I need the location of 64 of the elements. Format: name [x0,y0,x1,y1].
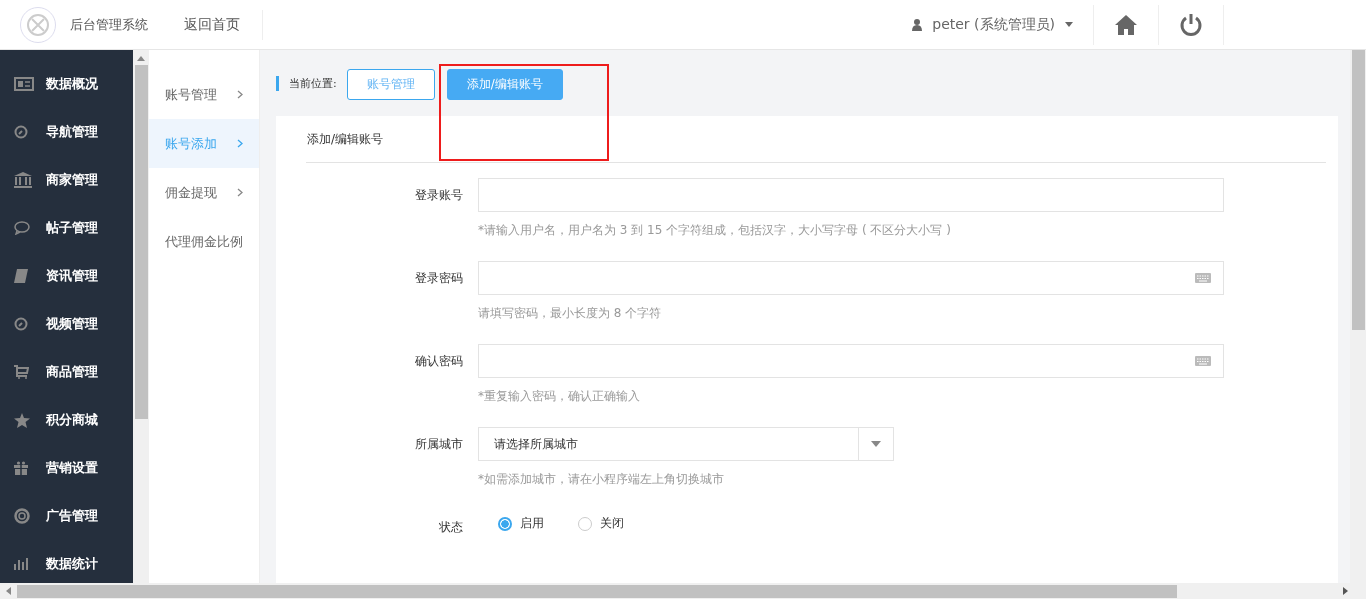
scrollbar[interactable] [133,50,149,583]
submenu-item[interactable]: 佣金提现 [149,168,259,217]
caret-icon [1065,22,1073,27]
user-menu[interactable]: peter (系统管理员) [892,4,1094,45]
sidebar-item[interactable]: 广告管理 [0,492,133,540]
password-field[interactable] [478,344,1224,378]
sidebar-item[interactable]: 资讯管理 [0,252,133,300]
up-arrow-icon [137,56,145,61]
left-arrow-icon [6,587,11,595]
chevron-right-icon [237,139,243,148]
chart-icon [14,557,28,571]
scrollbar-thumb[interactable] [134,65,148,419]
field-label: 所属城市 [414,436,464,453]
radio-option[interactable]: 启用 [498,515,544,532]
compass-icon [14,125,28,139]
field-label: 状态 [438,519,464,536]
speech-bubble-icon [14,221,30,235]
sidebar-item[interactable]: 帖子管理 [0,204,133,252]
city-select[interactable]: 请选择所属城市 [478,427,894,461]
sidebar-item[interactable]: 导航管理 [0,108,133,156]
password-field[interactable] [478,261,1224,295]
input-field[interactable] [478,178,1224,212]
scrollbar-thumb[interactable] [17,584,1177,598]
submenu-item[interactable]: 账号管理 [149,70,259,119]
breadcrumb-label: 当前位置: [276,75,337,91]
lifebuoy-icon [14,508,30,524]
keyboard-icon [1195,356,1211,366]
sidebar-item[interactable]: 积分商城 [0,396,133,444]
home-link[interactable]: 返回首页 [184,15,240,34]
sidebar-item[interactable]: 营销设置 [0,444,133,492]
star-icon [14,412,30,428]
field-hint: *重复输入密码，确认正确输入 [478,388,641,405]
field-hint: *请输入用户名，用户名为 3 到 15 个字符组成，包括汉字，大小写字母 ( 不区分大小写 ) [478,222,952,239]
bank-icon [14,172,32,188]
scrollbar-thumb[interactable] [1352,50,1365,330]
sidebar-item[interactable]: 数据统计 [0,540,133,583]
field-label: 确认密码 [414,353,464,370]
user-icon [912,18,923,31]
right-arrow-icon [1343,587,1348,595]
sidebar-item[interactable]: 数据概况 [0,60,133,108]
submenu-item[interactable]: 代理佣金比例 [149,217,259,266]
cart-icon [14,365,29,379]
field-hint: *如需添加城市，请在小程序端左上角切换城市 [478,471,725,488]
sidebar-item[interactable]: 商家管理 [0,156,133,204]
horizontal-scrollbar[interactable] [0,583,1366,599]
field-label: 登录账号 [414,187,464,204]
radio-option[interactable]: 关闭 [578,515,624,532]
system-title: 后台管理系统 [70,15,148,34]
power-icon [1179,12,1203,37]
radio-button[interactable] [498,516,512,531]
form-title: 添加/编辑账号 [307,130,384,148]
chevron-right-icon [237,188,243,197]
sidebar-item[interactable]: 商品管理 [0,348,133,396]
keyboard-icon [1195,273,1211,283]
gift-icon [14,461,28,475]
chevron-right-icon [237,90,243,99]
newspaper-icon [14,77,34,91]
field-hint: 请填写密码，最小长度为 8 个字符 [478,305,663,322]
home-icon [1114,13,1138,36]
sidebar-item[interactable]: 视频管理 [0,300,133,348]
page-scrollbar[interactable] [1350,50,1366,583]
compass-icon [14,317,28,331]
caret-icon [871,441,881,447]
field-label: 登录密码 [414,270,464,287]
